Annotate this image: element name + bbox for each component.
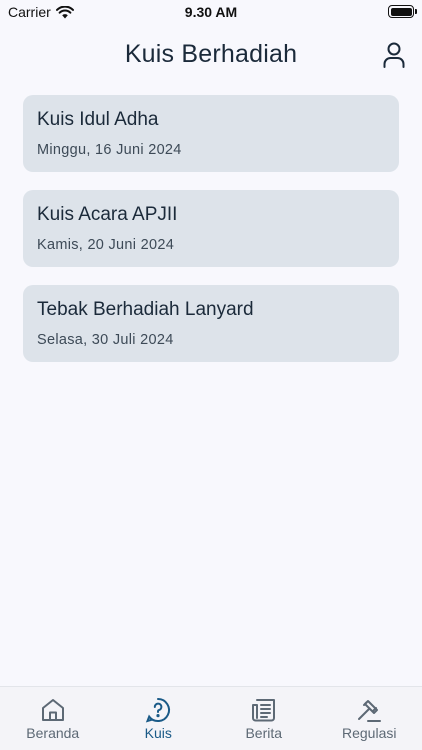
quiz-title: Tebak Berhadiah Lanyard [37, 299, 254, 320]
question-bubble-icon [146, 698, 171, 723]
page-title: Kuis Berhadiah [124, 40, 298, 68]
tab-beranda[interactable]: Beranda [0, 687, 106, 750]
header: Kuis Berhadiah [0, 36, 422, 76]
status-bar: Carrier 9.30 AM [0, 0, 422, 26]
tab-regulasi[interactable]: Regulasi [317, 687, 422, 750]
quiz-list: Kuis Idul Adha Minggu, 16 Juni 2024 Kuis… [23, 95, 399, 380]
quiz-date: Kamis, 20 Juni 2024 [37, 237, 175, 253]
tab-label: Berita [245, 725, 283, 741]
tab-bar: Beranda Kuis Berita Regulasi [0, 686, 422, 750]
tab-kuis[interactable]: Kuis [106, 687, 212, 750]
tab-label: Kuis [144, 725, 172, 741]
quiz-title: Kuis Acara APJII [37, 204, 178, 225]
newspaper-icon [251, 699, 275, 722]
status-time: 9.30 AM [184, 4, 238, 20]
quiz-date: Minggu, 16 Juni 2024 [37, 142, 182, 158]
tab-label: Beranda [26, 725, 80, 741]
person-icon [383, 42, 405, 68]
quiz-date: Selasa, 30 Juli 2024 [37, 332, 174, 348]
quiz-card-acara-apjii[interactable]: Kuis Acara APJII Kamis, 20 Juni 2024 [23, 190, 399, 267]
gavel-icon [358, 700, 382, 722]
battery-icon [388, 5, 417, 18]
tab-berita[interactable]: Berita [211, 687, 317, 750]
quiz-title: Kuis Idul Adha [37, 109, 159, 130]
tab-label: Regulasi [342, 725, 397, 741]
home-icon [41, 699, 64, 721]
quiz-card-idul-adha[interactable]: Kuis Idul Adha Minggu, 16 Juni 2024 [23, 95, 399, 172]
profile-button[interactable] [382, 41, 406, 69]
quiz-card-lanyard[interactable]: Tebak Berhadiah Lanyard Selasa, 30 Juli … [23, 285, 399, 362]
